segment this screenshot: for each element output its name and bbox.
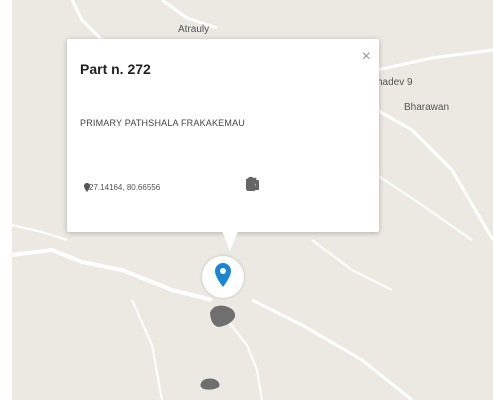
- popup-actions: [245, 177, 365, 197]
- info-popup: Part n. 272 × PRIMARY PATHSHALA FRAKAKEM…: [67, 39, 379, 232]
- coordinates-text: 27.14164, 80.66556: [89, 183, 161, 192]
- map-label-bharawan: Bharawan: [404, 102, 450, 113]
- area-polygon: [210, 305, 236, 327]
- close-icon[interactable]: ×: [362, 49, 371, 65]
- popup-title: Part n. 272: [80, 61, 151, 77]
- map-view: Atrauly hadev 9 Bharawan Part n. 272 × P…: [0, 0, 493, 405]
- map-label-jhadev: hadev 9: [377, 77, 413, 88]
- coordinates: 27.14164, 80.66556: [84, 183, 160, 192]
- area-polygon-2: [200, 378, 220, 390]
- trash-icon[interactable]: [246, 177, 361, 197]
- branch-icon[interactable]: [247, 177, 337, 197]
- pencil-icon[interactable]: [247, 177, 289, 197]
- map-label-atrauly: Atrauly: [178, 24, 210, 35]
- map-canvas[interactable]: Atrauly hadev 9 Bharawan Part n. 272 × P…: [12, 0, 493, 400]
- camera-icon[interactable]: [246, 177, 313, 197]
- popup-description: PRIMARY PATHSHALA FRAKAKEMAU: [80, 118, 245, 128]
- popup-tail: [222, 231, 238, 251]
